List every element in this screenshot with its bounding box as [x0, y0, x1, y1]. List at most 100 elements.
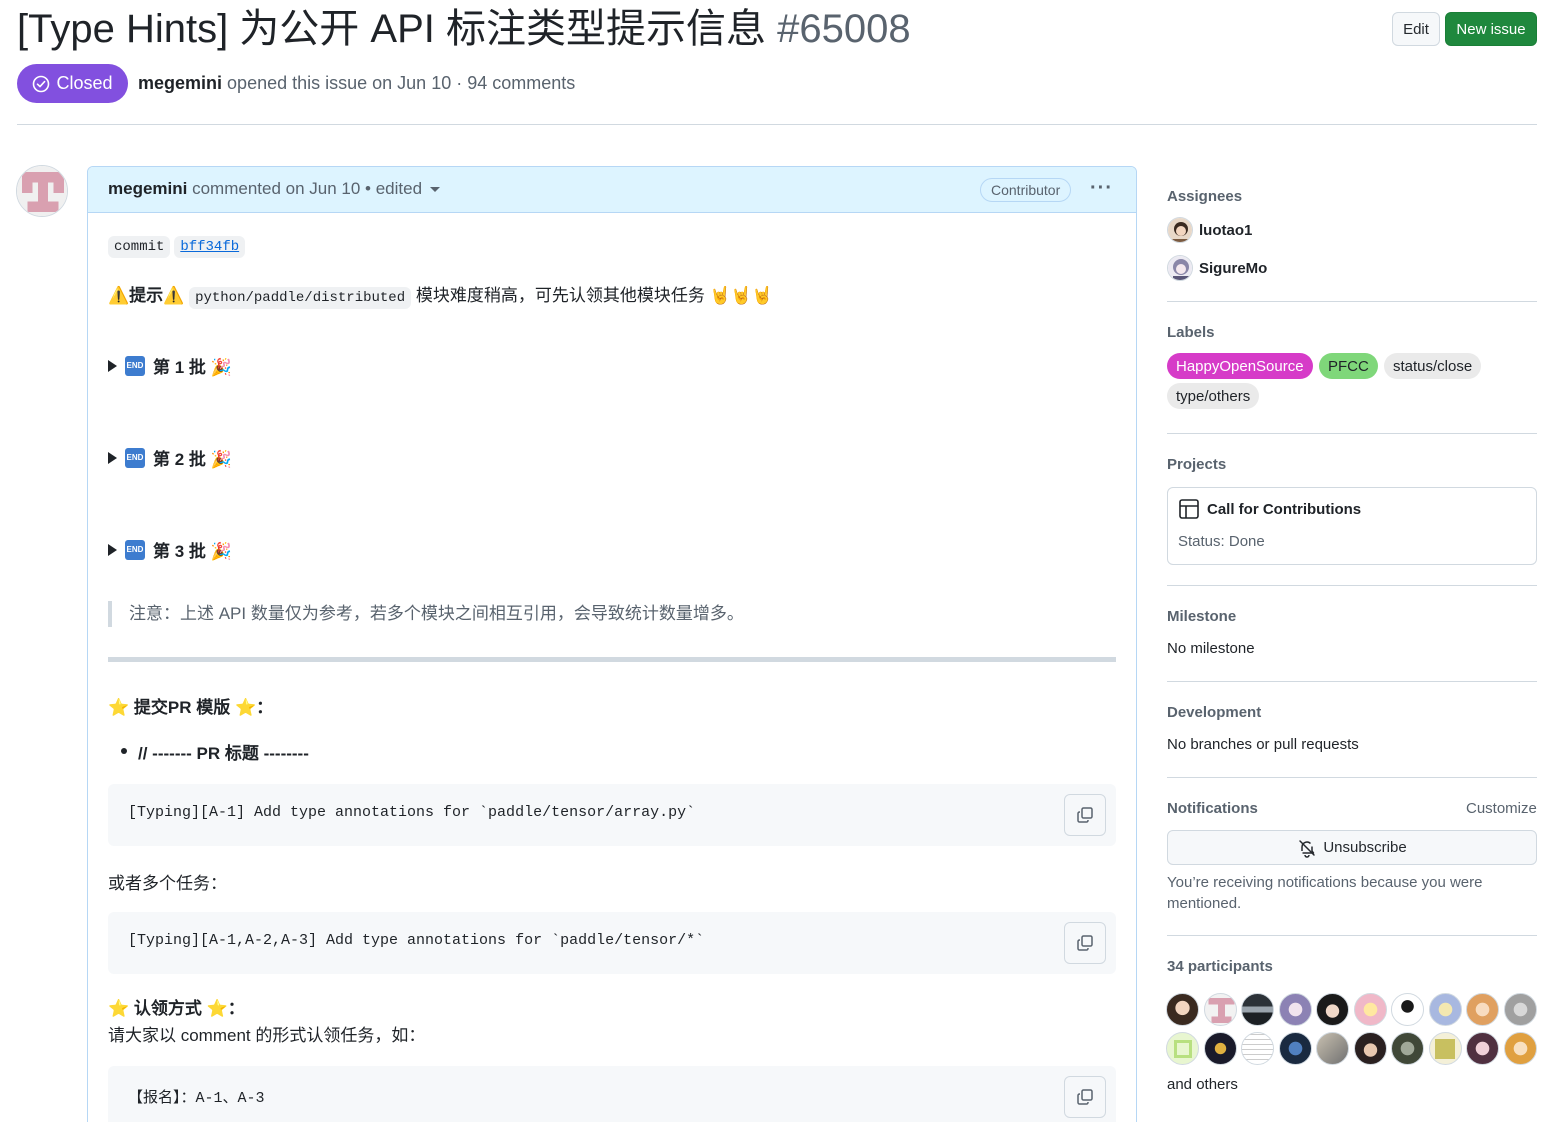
assignee-name[interactable]: luotao1	[1199, 222, 1252, 239]
commit-word: commit	[108, 236, 171, 258]
issue-state-label: Closed	[56, 73, 113, 93]
commit-line: commit bff34fb	[108, 236, 246, 258]
header-divider	[17, 124, 1537, 125]
commit-hash-link[interactable]: bff34fb	[174, 236, 246, 258]
chevron-down-icon[interactable]	[430, 187, 441, 193]
avatar[interactable]	[1353, 993, 1387, 1026]
avatar[interactable]	[1428, 993, 1462, 1026]
details-batch-1[interactable]: END 第 1 批 🎉	[108, 353, 232, 378]
assignee-name[interactable]: SigureMo	[1199, 260, 1267, 277]
details-batch-3[interactable]: END 第 3 批 🎉	[108, 537, 232, 562]
details-batch-2[interactable]: END 第 2 批 🎉	[108, 445, 232, 470]
hint-text: 模块难度稍高，可先认领其他模块任务 🤘🤘🤘	[415, 286, 774, 305]
code-block-2-text: [Typing][A-1,A-2,A-3] Add type annotatio…	[128, 932, 705, 949]
new-issue-button[interactable]: New issue	[1445, 12, 1537, 46]
avatar[interactable]	[1203, 1032, 1237, 1065]
commit-hash-text[interactable]: bff34fb	[180, 239, 239, 255]
avatar[interactable]	[1466, 993, 1499, 1026]
pr-template-heading: ⭐️ 提交PR 模版 ⭐️：	[108, 693, 273, 718]
project-status: Status: Done	[1178, 533, 1265, 550]
note-blockquote: 注意：上述 API 数量仅为参考，若多个模块之间相互引用，会导致统计数量增多。	[108, 601, 744, 627]
issue-author-link[interactable]: megemini	[138, 73, 222, 93]
label-type-others[interactable]: type/others	[1167, 383, 1260, 409]
code-block-1-text: [Typing][A-1] Add type annotations for `…	[128, 804, 696, 821]
copy-button[interactable]	[1064, 922, 1106, 964]
sidebar-divider	[1167, 433, 1537, 434]
batch-label: 第 3 批 🎉	[153, 542, 232, 561]
avatar[interactable]	[1278, 1032, 1312, 1065]
assignees-heading[interactable]: Assignees	[1167, 188, 1242, 205]
development-heading[interactable]: Development	[1167, 704, 1261, 721]
pr-title-bullet-text: // ------- PR 标题 --------	[138, 744, 309, 763]
hint-line: ⚠️提示⚠️ python/paddle/distributed 模块难度稍高，…	[108, 281, 774, 309]
triangle-right-icon	[108, 543, 117, 556]
triangle-right-icon	[108, 359, 117, 372]
avatar[interactable]	[1241, 993, 1274, 1026]
copy-button[interactable]	[1064, 794, 1106, 836]
issue-state-badge: Closed	[17, 64, 128, 103]
copy-button[interactable]	[1064, 1076, 1106, 1118]
milestone-heading[interactable]: Milestone	[1167, 608, 1236, 625]
unsubscribe-button[interactable]: Unsubscribe	[1167, 830, 1537, 865]
avatar[interactable]	[1316, 993, 1349, 1026]
assignee-item[interactable]: SigureMo	[1167, 255, 1267, 281]
check-circle-icon	[33, 75, 50, 92]
identicon-icon	[17, 166, 67, 216]
contributor-badge: Contributor	[980, 178, 1072, 202]
projects-heading[interactable]: Projects	[1167, 456, 1226, 473]
issue-meta-text: opened this issue on Jun 10 · 94 comment…	[227, 73, 576, 93]
label-status-close[interactable]: status/close	[1384, 353, 1482, 379]
issue-meta: megemini opened this issue on Jun 10 · 9…	[138, 73, 575, 94]
avatar[interactable]	[1353, 1032, 1387, 1065]
kebab-horizontal-icon[interactable]: ···	[1090, 177, 1113, 200]
comment-author-link[interactable]: megemini	[108, 179, 187, 198]
comment-meta[interactable]: commented on Jun 10 • edited	[192, 179, 422, 198]
code-block-1: [Typing][A-1] Add type annotations for `…	[108, 784, 1116, 846]
code-block-2: [Typing][A-1,A-2,A-3] Add type annotatio…	[108, 912, 1116, 974]
or-multiple-text: 或者多个任务：	[108, 874, 227, 893]
avatar[interactable]	[1203, 993, 1237, 1026]
avatar[interactable]	[1166, 1032, 1199, 1065]
avatar	[1167, 255, 1193, 281]
label-pfcc[interactable]: PFCC	[1319, 353, 1378, 379]
avatar[interactable]	[1503, 993, 1537, 1026]
avatar[interactable]	[1278, 993, 1312, 1026]
edit-button[interactable]: Edit	[1392, 12, 1440, 46]
author-avatar[interactable]	[16, 165, 68, 217]
sidebar-divider	[1167, 935, 1537, 936]
project-card[interactable]: Call for Contributions Status: Done	[1167, 487, 1537, 565]
notifications-heading: Notifications	[1167, 800, 1258, 817]
sidebar-divider	[1167, 777, 1537, 778]
avatar[interactable]	[1316, 1032, 1349, 1065]
code-block-3: 【报名】：A-1、A-3	[108, 1066, 1116, 1122]
end-arrow-icon: END	[125, 539, 145, 560]
avatar[interactable]	[1428, 1032, 1462, 1065]
issue-number: #65008	[777, 7, 911, 51]
bell-slash-icon	[1299, 839, 1316, 858]
avatar[interactable]	[1466, 1032, 1499, 1065]
avatar[interactable]	[1166, 993, 1199, 1026]
bullet-dot	[121, 748, 127, 754]
customize-link[interactable]: Customize	[1466, 800, 1537, 817]
pr-template-heading-text: ⭐️ 提交PR 模版 ⭐️：	[108, 698, 274, 717]
hint-code: python/paddle/distributed	[189, 287, 412, 309]
end-arrow-icon: END	[125, 355, 145, 376]
table-icon	[1179, 499, 1199, 519]
and-others-text: and others	[1167, 1076, 1238, 1093]
avatar[interactable]	[1391, 1032, 1424, 1065]
issue-comment: megemini commented on Jun 10 • edited Co…	[87, 166, 1137, 1122]
avatar[interactable]	[1503, 1032, 1537, 1065]
issue-title: [Type Hints] 为公开 API 标注类型提示信息 #65008	[17, 4, 911, 54]
batch-label: 第 1 批 🎉	[153, 358, 232, 377]
labels-heading[interactable]: Labels	[1167, 324, 1215, 341]
assignee-item[interactable]: luotao1	[1167, 217, 1252, 243]
label-happyopensource[interactable]: HappyOpenSource	[1167, 353, 1313, 379]
comment-header-text: megemini commented on Jun 10 • edited	[108, 179, 441, 199]
unsubscribe-label: Unsubscribe	[1323, 839, 1407, 856]
avatar[interactable]	[1241, 1032, 1274, 1065]
milestone-value: No milestone	[1167, 640, 1255, 657]
claim-heading-text: ⭐️ 认领方式 ⭐️：	[108, 999, 245, 1018]
project-name[interactable]: Call for Contributions	[1207, 501, 1361, 518]
avatar[interactable]	[1391, 993, 1424, 1026]
participants-heading: 34 participants	[1167, 958, 1273, 975]
